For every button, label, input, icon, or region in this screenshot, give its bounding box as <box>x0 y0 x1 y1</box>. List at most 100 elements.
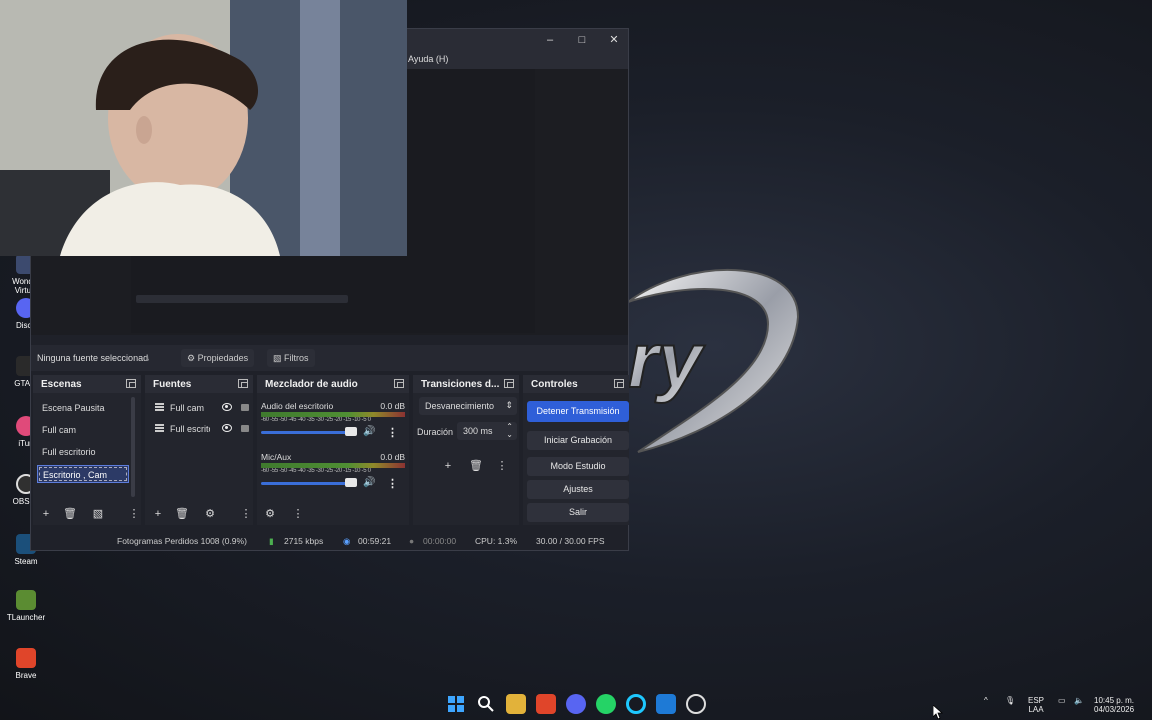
advanced-audio-gear-icon[interactable]: ⚙ <box>263 507 277 521</box>
volume-icon[interactable]: 🔈 <box>1074 696 1084 705</box>
close-icon[interactable]: ✕ <box>604 32 624 48</box>
search-icon[interactable] <box>476 694 496 714</box>
audio-mixer-dock: Mezclador de audio Audio del escritorio … <box>257 375 409 525</box>
channel-menu-icon[interactable]: ⋮ <box>387 477 398 490</box>
desktop-icon-brave[interactable]: Brave <box>2 648 50 680</box>
add-scene-icon[interactable]: + <box>39 507 53 521</box>
chevron-up-icon[interactable]: ^ <box>984 696 988 705</box>
mixer-menu-icon[interactable]: ⋮ <box>291 507 305 521</box>
scene-item-selected[interactable]: Escritorio , Cam <box>37 465 129 483</box>
windows-start-icon[interactable] <box>446 694 466 714</box>
scenes-scrollbar[interactable] <box>131 397 135 497</box>
lock-icon[interactable] <box>241 425 249 432</box>
volume-slider-handle[interactable] <box>345 478 357 487</box>
brave-icon[interactable] <box>536 694 556 714</box>
properties-button[interactable]: ⚙ Propiedades <box>181 349 255 367</box>
source-toolbar: Ninguna fuente seleccionada ⚙ Propiedade… <box>31 345 628 371</box>
cortana-icon[interactable] <box>626 694 646 714</box>
scene-item[interactable]: Full escritorio <box>37 443 129 461</box>
dropped-frames: Fotogramas Perdidos 1008 (0.9%) <box>117 536 247 546</box>
controls-dock: Controles Detener Transmisión Iniciar Gr… <box>523 375 629 525</box>
stream-icon: ◉ <box>343 536 351 546</box>
scenes-header: Escenas <box>33 375 141 393</box>
desktop-icon-label: Steam <box>14 557 38 566</box>
scenes-dock: Escenas Escena Pausita Full cam Full esc… <box>33 375 141 525</box>
volume-slider[interactable] <box>261 431 357 434</box>
list-icon <box>155 424 164 432</box>
status-bar: Fotogramas Perdidos 1008 (0.9%) ▮ 2715 k… <box>31 532 628 550</box>
undock-icon[interactable] <box>238 379 248 388</box>
desktop-icon-label: TLauncher <box>6 613 46 622</box>
chevron-updown-icon: ⇕ <box>505 400 513 410</box>
settings-button[interactable]: Ajustes <box>527 480 629 499</box>
minimize-icon[interactable]: – <box>540 32 560 48</box>
undock-icon[interactable] <box>394 379 404 388</box>
undock-icon[interactable] <box>504 379 514 388</box>
source-item[interactable]: Full cam <box>153 399 249 417</box>
channel-name: Audio del escritorio <box>261 401 334 411</box>
transition-select[interactable]: Desvanecimiento ⇕ <box>419 397 517 415</box>
discord-icon[interactable] <box>566 694 586 714</box>
source-item[interactable]: Full escritorio <box>153 420 249 438</box>
gear-icon: ⚙ <box>187 353 196 363</box>
tlauncher-icon <box>16 590 36 610</box>
vscode-icon[interactable] <box>656 694 676 714</box>
obs-icon[interactable] <box>686 694 706 714</box>
scene-item[interactable]: Full cam <box>37 421 129 439</box>
undock-icon[interactable] <box>126 379 136 388</box>
stepper-icon[interactable]: ⌃ ⌄ <box>506 423 513 439</box>
transitions-header: Transiciones d... <box>413 375 519 393</box>
stop-stream-button[interactable]: Detener Transmisión <box>527 401 629 422</box>
speaker-icon[interactable]: 🔊 <box>363 426 375 437</box>
clock[interactable]: 10:45 p. m. 04/03/2026 <box>1094 696 1134 714</box>
volume-slider[interactable] <box>261 482 357 485</box>
scene-menu-icon[interactable]: ⋮ <box>127 507 141 521</box>
language-indicator[interactable]: ESP LAA <box>1028 696 1044 714</box>
undock-icon[interactable] <box>614 379 624 388</box>
visibility-eye-icon[interactable] <box>222 403 232 411</box>
preview-window-bar <box>136 295 348 303</box>
add-source-icon[interactable]: + <box>151 507 165 521</box>
transitions-title: Transiciones d... <box>421 379 500 390</box>
start-recording-button[interactable]: Iniciar Grabación <box>527 431 629 450</box>
svg-text:ry: ry <box>628 316 705 404</box>
scene-item[interactable]: Escena Pausita <box>37 399 129 417</box>
duration-input[interactable]: 300 ms ⌃ ⌄ <box>457 422 517 440</box>
mixer-channel: Mic/Aux 0.0 dB -60 -55 -50 -45 -40 -35 -… <box>261 452 405 492</box>
exit-button[interactable]: Salir <box>527 503 629 522</box>
lock-icon[interactable] <box>241 404 249 411</box>
cpu-usage: CPU: 1.3% <box>475 536 518 546</box>
channel-menu-icon[interactable]: ⋮ <box>387 426 398 439</box>
mixer-title: Mezclador de audio <box>265 379 358 390</box>
studio-mode-button[interactable]: Modo Estudio <box>527 457 629 476</box>
menu-help[interactable]: Ayuda (H) <box>408 54 448 64</box>
sources-dock: Fuentes Full cam Full escritorio + 🗑 ⚙ ⋮ <box>145 375 253 525</box>
source-settings-gear-icon[interactable]: ⚙ <box>203 507 217 521</box>
clock-time: 10:45 p. m. <box>1094 696 1135 705</box>
file-explorer-icon[interactable] <box>506 694 526 714</box>
volume-slider-handle[interactable] <box>345 427 357 436</box>
remove-source-icon[interactable]: 🗑 <box>175 507 189 521</box>
visibility-eye-icon[interactable] <box>222 424 232 432</box>
transition-menu-icon[interactable]: ⋮ <box>495 459 509 473</box>
network-icon[interactable]: ▭ <box>1058 696 1066 705</box>
speaker-icon[interactable]: 🔊 <box>363 477 375 488</box>
signal-bars-icon: ▮ <box>269 536 274 546</box>
scenes-title: Escenas <box>41 379 82 390</box>
scene-filter-icon[interactable]: ▧ <box>91 507 105 521</box>
desktop-icon-tlauncher[interactable]: TLauncher <box>2 590 50 622</box>
meter-scale: -60 -55 -50 -45 -40 -35 -30 -25 -20 -15 … <box>261 417 371 423</box>
remove-transition-icon[interactable]: 🗑 <box>469 459 483 473</box>
channel-name: Mic/Aux <box>261 452 292 462</box>
webcam-overlay <box>0 0 407 256</box>
microphone-icon[interactable]: 🎙 <box>1005 696 1015 705</box>
source-menu-icon[interactable]: ⋮ <box>239 507 253 521</box>
clock-date: 04/03/2026 <box>1094 705 1135 714</box>
maximize-icon[interactable]: □ <box>572 32 592 48</box>
remove-scene-icon[interactable]: 🗑 <box>63 507 77 521</box>
add-transition-icon[interactable]: + <box>441 459 455 473</box>
fps: 30.00 / 30.00 FPS <box>536 536 605 546</box>
filters-button[interactable]: ▧ Filtros <box>267 349 315 367</box>
desktop-icon-label: Brave <box>15 671 37 680</box>
whatsapp-icon[interactable] <box>596 694 616 714</box>
